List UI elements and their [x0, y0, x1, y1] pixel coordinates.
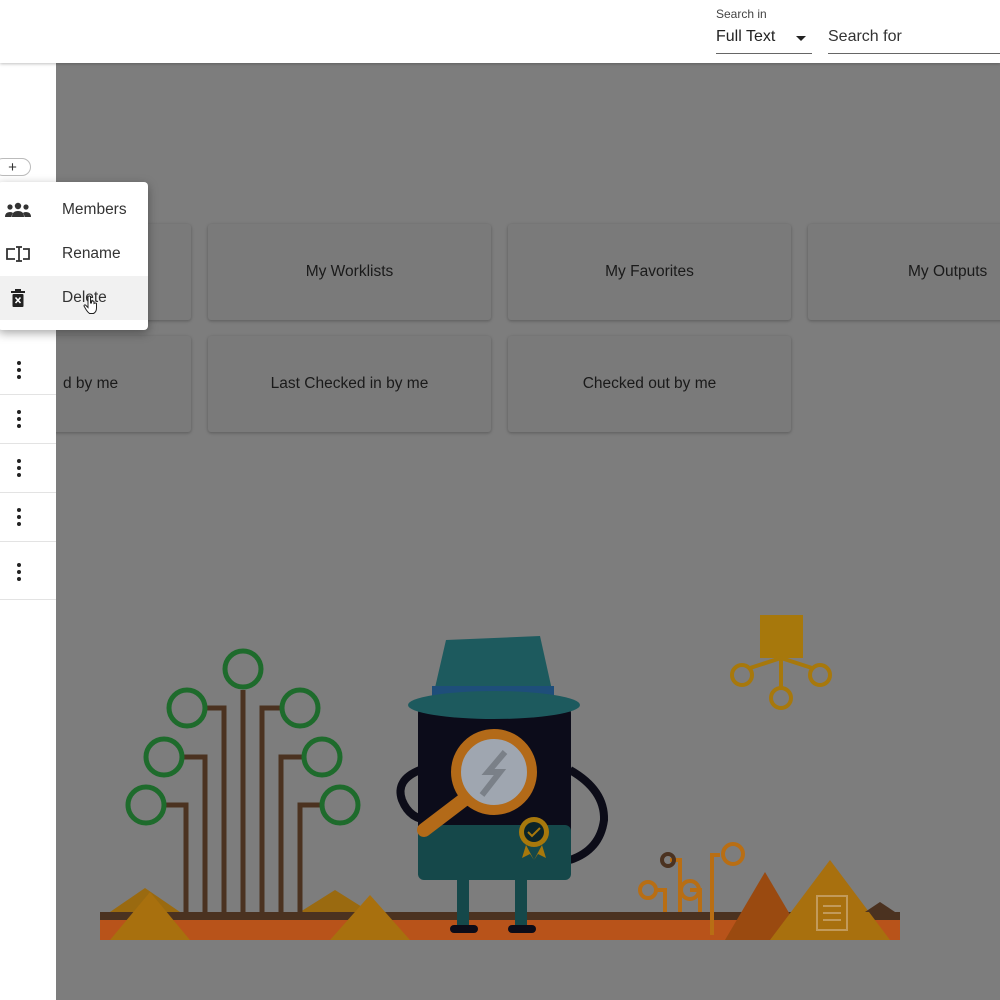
add-button[interactable]: + [0, 158, 31, 176]
context-menu: Members Rename Delete [0, 182, 148, 330]
rename-icon [4, 244, 32, 264]
empty-state-illustration [100, 615, 900, 940]
menu-item-label: Rename [62, 245, 121, 262]
delete-icon [4, 288, 32, 308]
more-vert-icon[interactable] [16, 459, 22, 477]
more-vert-icon[interactable] [16, 410, 22, 428]
dropdown-caret-icon[interactable] [796, 36, 806, 41]
menu-item-delete[interactable]: Delete [0, 276, 148, 320]
search-for-underline [828, 53, 1000, 54]
sidebar-row[interactable] [0, 544, 56, 600]
menu-item-label: Members [62, 201, 127, 218]
more-vert-icon[interactable] [16, 508, 22, 526]
menu-item-members[interactable]: Members [0, 188, 148, 232]
sidebar-row[interactable] [0, 395, 56, 444]
more-vert-icon[interactable] [16, 562, 22, 581]
sidebar-row[interactable] [0, 444, 56, 493]
sidebar-row[interactable] [0, 346, 56, 395]
search-in-select[interactable]: Search in Full Text [716, 6, 812, 54]
sidebar-row[interactable] [0, 493, 56, 542]
search-for-field[interactable] [828, 6, 1000, 54]
search-input[interactable] [828, 26, 1000, 48]
more-vert-icon[interactable] [16, 361, 22, 379]
search-in-label: Search in [716, 7, 767, 21]
members-icon [4, 200, 32, 220]
top-bar: Search in Full Text [0, 0, 1000, 63]
menu-item-rename[interactable]: Rename [0, 232, 148, 276]
main-content: My Worklists My Favorites My Outputs d b… [56, 63, 1000, 1000]
hand-pointer-icon [83, 295, 97, 314]
search-in-underline [716, 53, 812, 54]
search-in-value[interactable]: Full Text [716, 28, 775, 46]
